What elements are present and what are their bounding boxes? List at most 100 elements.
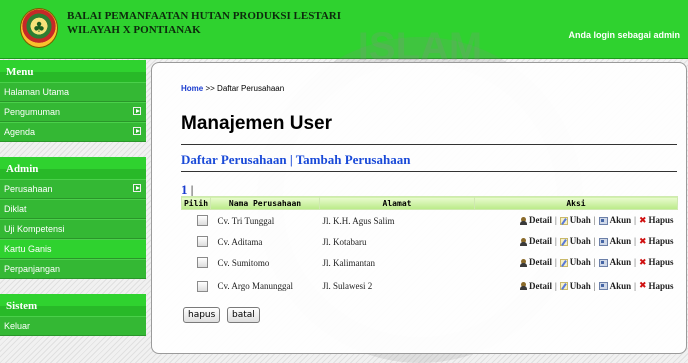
page-title: Manajemen User	[181, 113, 333, 134]
title-divider	[181, 144, 677, 145]
company-name-cell: Cv. Tri Tunggal	[217, 215, 275, 226]
sidebar-item-label: Keluar	[4, 321, 31, 331]
account-link[interactable]: Akun	[610, 257, 632, 267]
pencil-icon	[559, 258, 568, 267]
company-name-cell: Cv. Aditama	[217, 236, 263, 247]
account-link[interactable]: Akun	[610, 215, 632, 225]
forest-emblem-icon: ♣	[20, 8, 58, 48]
sidebar-item-label: Uji Kompetensi	[4, 224, 65, 234]
links-divider	[181, 171, 677, 172]
chevron-right-icon	[133, 127, 141, 135]
daftar-perusahaan-link[interactable]: Daftar Perusahaan	[181, 152, 287, 167]
chevron-right-icon	[133, 184, 141, 192]
pencil-icon	[559, 282, 568, 291]
sidebar-section-sistem: Sistem	[0, 294, 146, 316]
edit-link[interactable]: Ubah	[570, 236, 591, 246]
sidebar-item-pengumuman[interactable]: Pengumuman	[0, 102, 146, 122]
user-icon	[519, 237, 527, 246]
sidebar-item-halaman-utama[interactable]: Halaman Utama	[0, 82, 146, 102]
table-row: Cv. Aditama Jl. Kotabaru Detail | Ubah | Aku…	[182, 231, 678, 252]
sidebar-item-keluar[interactable]: Keluar	[0, 316, 146, 336]
login-status: Anda login sebagai admin	[568, 30, 680, 40]
detail-link[interactable]: Detail	[529, 281, 552, 291]
x-mark-icon: ✖	[638, 215, 647, 226]
column-header-nama: Nama Perusahaan	[210, 196, 320, 210]
x-mark-icon: ✖	[638, 281, 647, 292]
row-actions: Detail | Ubah | Akun | ✖ Hapus	[475, 210, 678, 232]
user-icon	[519, 282, 527, 291]
company-table: Pilih Nama Perusahaan Alamat Aksi Cv. Tr…	[181, 196, 678, 299]
row-actions: Detail | Ubah | Akun | ✖ Hapus	[475, 273, 678, 299]
edit-link[interactable]: Ubah	[570, 257, 591, 267]
sidebar-item-kartu-ganis[interactable]: Kartu Ganis	[0, 239, 146, 259]
sidebar-item-uji-kompetensi[interactable]: Uji Kompetensi	[0, 219, 146, 239]
sidebar-item-label: Agenda	[4, 127, 36, 137]
row-select-checkbox[interactable]	[196, 215, 208, 227]
sidebar-item-diklat[interactable]: Diklat	[0, 199, 146, 219]
user-icon	[519, 216, 527, 225]
detail-link[interactable]: Detail	[529, 236, 552, 246]
sidebar-item-label: Diklat	[4, 204, 27, 214]
detail-link[interactable]: Detail	[529, 215, 552, 225]
table-row: Cv. Sumitomo Jl. Kalimantan Detail | Ubah |…	[182, 252, 678, 273]
sidebar-item-agenda[interactable]: Agenda	[0, 122, 146, 142]
delete-link[interactable]: Hapus	[648, 236, 673, 246]
sidebar-section-menu: Menu	[0, 60, 146, 82]
company-address-cell: Jl. K.H. Agus Salim	[322, 215, 395, 226]
pencil-icon	[559, 216, 568, 225]
tambah-perusahaan-link[interactable]: Tambah Perusahaan	[296, 152, 411, 167]
pencil-icon	[559, 237, 568, 246]
breadcrumb-home-link[interactable]: Home	[181, 84, 203, 93]
content-panel: Home >> Daftar Perusahaan Manajemen User…	[151, 62, 687, 354]
sidebar-item-label: Perpanjangan	[4, 264, 61, 274]
page-number-link[interactable]: 1	[181, 182, 188, 197]
sidebar-item-label: Perusahaan	[4, 184, 53, 194]
detail-link[interactable]: Detail	[529, 257, 552, 267]
column-header-pilih: Pilih	[181, 196, 211, 210]
user-icon	[519, 258, 527, 267]
company-address-cell: Jl. Sulawesi 2	[322, 281, 373, 291]
account-link[interactable]: Akun	[610, 236, 632, 246]
sidebar-item-label: Kartu Ganis	[4, 244, 52, 254]
edit-link[interactable]: Ubah	[570, 281, 591, 291]
sidebar-item-perusahaan[interactable]: Perusahaan	[0, 179, 146, 199]
batal-button[interactable]: batal	[227, 307, 260, 323]
org-name-line2: WILAYAH X PONTIANAK	[67, 24, 201, 36]
breadcrumb-separator: >>	[205, 84, 215, 93]
table-header-row: Pilih Nama Perusahaan Alamat Aksi	[181, 196, 678, 210]
row-actions: Detail | Ubah | Akun | ✖ Hapus	[475, 252, 678, 273]
sidebar-item-label: Halaman Utama	[4, 87, 70, 97]
x-mark-icon: ✖	[638, 236, 647, 247]
sidebar-item-perpanjangan[interactable]: Perpanjangan	[0, 259, 146, 279]
row-actions: Detail | Ubah | Akun | ✖ Hapus	[475, 231, 678, 252]
row-select-checkbox[interactable]	[196, 280, 208, 292]
company-address-cell: Jl. Kotabaru	[322, 236, 367, 247]
table-row: Cv. Argo Manunggal Jl. Sulawesi 2 Detail…	[182, 273, 678, 299]
delete-link[interactable]: Hapus	[648, 281, 673, 291]
delete-link[interactable]: Hapus	[648, 257, 673, 267]
sidebar: Menu Halaman Utama Pengumuman Agenda Adm…	[0, 60, 146, 336]
id-card-icon	[598, 237, 608, 246]
sidebar-item-label: Pengumuman	[4, 107, 61, 117]
column-header-alamat: Alamat	[319, 196, 475, 210]
delete-link[interactable]: Hapus	[648, 215, 673, 225]
id-card-icon	[598, 282, 608, 291]
column-header-aksi: Aksi	[474, 196, 678, 210]
page-header: ♣ BALAI PEMANFAATAN HUTAN PRODUKSI LESTA…	[0, 0, 688, 59]
org-name-line1: BALAI PEMANFAATAN HUTAN PRODUKSI LESTARI	[67, 10, 342, 22]
edit-link[interactable]: Ubah	[570, 215, 591, 225]
row-select-checkbox[interactable]	[196, 257, 208, 269]
hapus-button[interactable]: hapus	[183, 307, 221, 323]
sidebar-section-admin: Admin	[0, 157, 146, 179]
id-card-icon	[598, 216, 608, 225]
company-name-cell: Cv. Sumitomo	[217, 257, 270, 268]
row-select-checkbox[interactable]	[196, 236, 208, 248]
company-name-cell: Cv. Argo Manunggal	[217, 281, 294, 291]
company-address-cell: Jl. Kalimantan	[322, 257, 376, 268]
account-link[interactable]: Akun	[610, 281, 632, 291]
breadcrumb-current: Daftar Perusahaan	[217, 84, 285, 93]
pager-separator: |	[190, 182, 194, 197]
section-links: Daftar Perusahaan | Tambah Perusahaan	[181, 152, 410, 168]
links-separator: |	[289, 152, 293, 167]
breadcrumb: Home >> Daftar Perusahaan	[181, 84, 284, 93]
